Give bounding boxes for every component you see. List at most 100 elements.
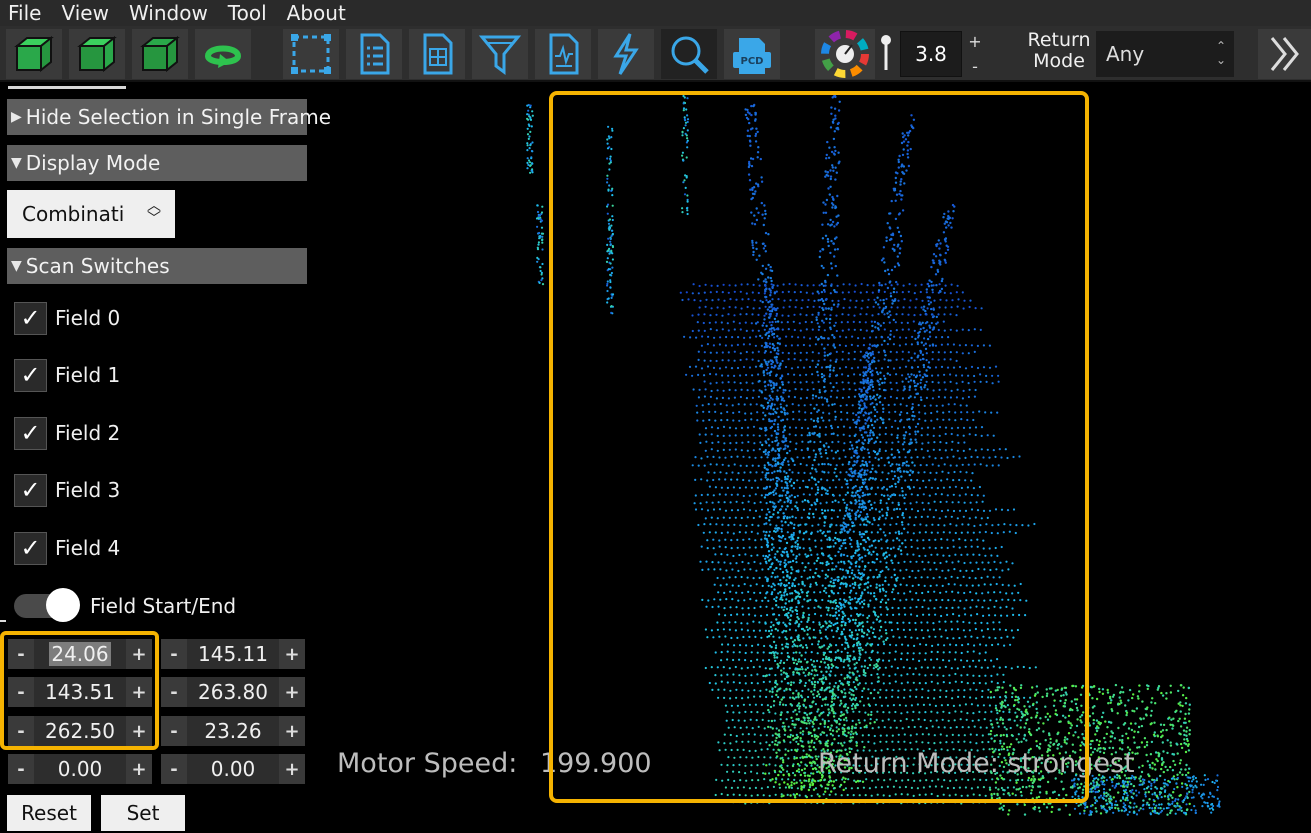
- cube-side-view-icon: [77, 35, 117, 73]
- updown-chevron-icon: ︿ ﹀: [147, 198, 161, 227]
- point-cloud-render: [526, 94, 1221, 817]
- field-start-end-label: Field Start/End: [90, 594, 237, 618]
- reset-button[interactable]: Reset: [7, 795, 91, 831]
- triangle-down-icon: ▼: [11, 155, 22, 171]
- menu-bar: File View Window Tool About: [0, 0, 1311, 26]
- decrement-button[interactable]: -: [161, 754, 187, 784]
- waveform-button[interactable]: [535, 29, 591, 79]
- document-chart-icon: [549, 33, 579, 75]
- updown-chevron-icon: ⌃ ⌄: [1215, 39, 1226, 67]
- point-size-input[interactable]: 3.8: [900, 31, 962, 77]
- decrement-button[interactable]: -: [161, 677, 187, 707]
- display-mode-label: Display Mode: [25, 151, 161, 175]
- color-mode-button[interactable]: [815, 29, 875, 79]
- field-start-stepper-4[interactable]: - 0.00 +: [8, 754, 152, 784]
- highlight-box-steppers: [0, 631, 159, 750]
- stepper-value-input[interactable]: 0.00: [187, 754, 279, 784]
- menu-about[interactable]: About: [277, 0, 356, 26]
- increment-button[interactable]: +: [126, 754, 152, 784]
- rotate-view-button[interactable]: [195, 29, 251, 79]
- panel-edge-marker: [0, 620, 6, 622]
- save-pcd-button[interactable]: PCD: [724, 29, 780, 79]
- menu-window[interactable]: Window: [119, 0, 218, 26]
- hide-selection-header[interactable]: ▶ Hide Selection in Single Frame: [7, 99, 331, 135]
- field-4-checkbox[interactable]: ✓: [14, 531, 47, 565]
- return-mode-readout: Return Mode: strongest: [818, 748, 1135, 779]
- document-list-icon: [360, 33, 390, 75]
- stepper-value-input[interactable]: 0.00: [34, 754, 126, 784]
- increment-button[interactable]: +: [279, 639, 305, 669]
- double-chevron-right-icon: [1270, 37, 1299, 71]
- field-start-end-toggle-row[interactable]: Field Start/End: [14, 588, 236, 624]
- panel-top-divider: [8, 86, 126, 89]
- display-mode-value: Combinati: [22, 202, 125, 226]
- stepper-value-input[interactable]: 263.80: [187, 677, 279, 707]
- decrement-button[interactable]: -: [8, 754, 34, 784]
- display-mode-select[interactable]: Combinati ︿ ﹀: [7, 190, 175, 238]
- stepper-value-input[interactable]: 145.11: [187, 639, 279, 669]
- grid-table-button[interactable]: [409, 29, 465, 79]
- color-wheel-icon: [821, 30, 869, 78]
- point-size-plus[interactable]: +: [968, 32, 981, 51]
- point-size-icon: [876, 30, 896, 78]
- point-list-button[interactable]: [346, 29, 402, 79]
- field-0-checkbox-row[interactable]: ✓ Field 0: [14, 301, 120, 335]
- field-end-stepper-3[interactable]: - 23.26 +: [161, 716, 305, 746]
- field-4-checkbox-row[interactable]: ✓ Field 4: [14, 531, 120, 565]
- menu-file[interactable]: File: [0, 0, 51, 26]
- field-2-checkbox-row[interactable]: ✓ Field 2: [14, 416, 120, 450]
- field-3-checkbox[interactable]: ✓: [14, 473, 47, 507]
- side-view-button[interactable]: [69, 29, 125, 79]
- toolbar: PCD 3.8 + - Return Mode Any ⌃ ⌄: [0, 26, 1311, 82]
- field-end-stepper-2[interactable]: - 263.80 +: [161, 677, 305, 707]
- field-0-checkbox[interactable]: ✓: [14, 301, 47, 335]
- motor-speed-value: 199.900: [539, 748, 652, 779]
- field-end-stepper-4[interactable]: - 0.00 +: [161, 754, 305, 784]
- field-0-label: Field 0: [55, 306, 121, 330]
- point-cloud-viewport[interactable]: [310, 85, 1311, 833]
- return-mode-select[interactable]: Any ⌃ ⌄: [1096, 31, 1234, 77]
- scan-switches-header[interactable]: ▼ Scan Switches: [7, 248, 307, 284]
- field-end-stepper-1[interactable]: - 145.11 +: [161, 639, 305, 669]
- lightning-icon: [613, 33, 639, 75]
- field-1-checkbox-row[interactable]: ✓ Field 1: [14, 358, 120, 392]
- field-4-label: Field 4: [55, 536, 121, 560]
- stepper-value-input[interactable]: 23.26: [187, 716, 279, 746]
- decrement-button[interactable]: -: [161, 716, 187, 746]
- display-mode-header[interactable]: ▼ Display Mode: [7, 145, 307, 181]
- set-button[interactable]: Set: [101, 795, 185, 831]
- decrement-button[interactable]: -: [161, 639, 187, 669]
- select-region-button[interactable]: [283, 29, 339, 79]
- field-1-label: Field 1: [55, 363, 121, 387]
- search-button[interactable]: [661, 29, 717, 79]
- scan-switches-label: Scan Switches: [25, 254, 170, 278]
- front-view-button[interactable]: [6, 29, 62, 79]
- menu-view[interactable]: View: [51, 0, 118, 26]
- cube-top-view-icon: [140, 35, 180, 73]
- top-view-button[interactable]: [132, 29, 188, 79]
- magnifier-icon: [671, 36, 709, 74]
- return-mode-label: Return Mode: [1024, 30, 1094, 78]
- field-1-checkbox[interactable]: ✓: [14, 358, 47, 392]
- toggle-knob: [46, 588, 80, 622]
- point-size-stepper[interactable]: + -: [964, 29, 986, 79]
- field-2-checkbox[interactable]: ✓: [14, 416, 47, 450]
- pcd-file-icon: PCD: [733, 38, 771, 74]
- selection-rect-icon: [291, 34, 331, 74]
- field-start-end-toggle[interactable]: [14, 588, 80, 622]
- lidar-viewer-app: File View Window Tool About PCD 3.8 + - …: [0, 0, 1311, 833]
- increment-button[interactable]: +: [279, 754, 305, 784]
- rotate-view-icon: [205, 45, 241, 68]
- increment-button[interactable]: +: [279, 716, 305, 746]
- filter-button[interactable]: [472, 29, 528, 79]
- menu-tool[interactable]: Tool: [218, 0, 277, 26]
- increment-button[interactable]: +: [279, 677, 305, 707]
- field-3-checkbox-row[interactable]: ✓ Field 3: [14, 473, 120, 507]
- power-button[interactable]: [598, 29, 654, 79]
- motor-speed-label: Motor Speed:: [337, 748, 518, 779]
- point-size-minus[interactable]: -: [972, 57, 978, 76]
- pcd-label: PCD: [741, 56, 764, 67]
- field-2-label: Field 2: [55, 421, 121, 445]
- return-mode-label-line1: Return: [1027, 29, 1091, 51]
- more-tools-button[interactable]: [1258, 29, 1311, 79]
